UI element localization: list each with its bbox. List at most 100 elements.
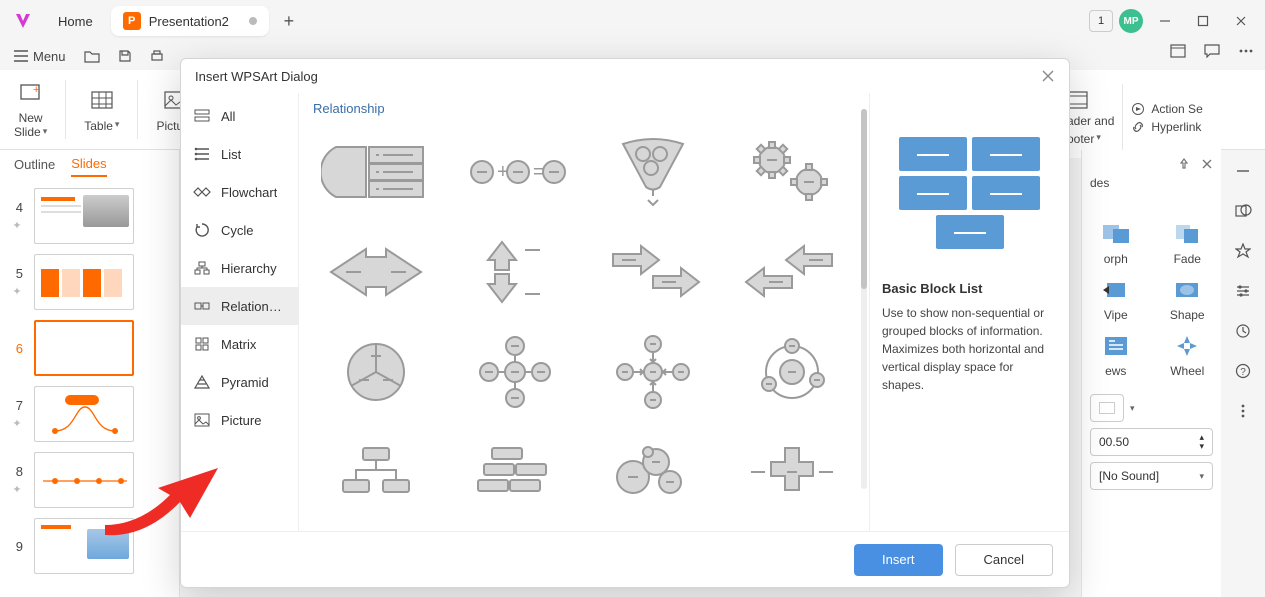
user-avatar[interactable]: MP (1119, 9, 1143, 33)
category-pyramid[interactable]: Pyramid (181, 363, 298, 401)
preview-canvas (882, 123, 1057, 263)
diagram-pie[interactable] (307, 322, 446, 422)
diagram-radial-arrows[interactable] (584, 322, 723, 422)
menu-button[interactable]: Menu (10, 49, 70, 63)
table-button[interactable]: Table▾ (78, 74, 125, 145)
window-layout-icon[interactable] (1167, 40, 1189, 62)
new-slide-button[interactable]: + New Slide▾ (8, 74, 53, 145)
matrix-icon (193, 335, 211, 353)
comment-icon[interactable] (1201, 40, 1223, 62)
relationship-icon (193, 297, 211, 315)
diagram-arrow-pair-left[interactable] (723, 222, 862, 322)
insert-wpsart-dialog: Insert WPSArt Dialog All List Flowchart … (180, 58, 1070, 588)
diagram-bubbles[interactable] (584, 422, 723, 522)
pyramid-icon (193, 373, 211, 391)
transition-shape[interactable]: Shape (1162, 276, 1214, 322)
action-settings-button[interactable]: Action Se (1131, 102, 1202, 116)
help-icon[interactable]: ? (1230, 358, 1256, 384)
header-footer-icon (1067, 90, 1089, 110)
hyperlink-button[interactable]: Hyperlink (1131, 120, 1201, 134)
diagram-opposing-arrows[interactable] (307, 222, 446, 322)
diagram-radial-plus[interactable] (446, 322, 585, 422)
flowchart-icon (193, 183, 211, 201)
right-tool-strip: ? (1221, 150, 1265, 597)
cancel-button[interactable]: Cancel (955, 544, 1053, 576)
category-hierarchy[interactable]: Hierarchy (181, 249, 298, 287)
diagram-plus-grid[interactable] (723, 422, 862, 522)
diagram-org-simple[interactable] (307, 422, 446, 522)
close-window-button[interactable] (1225, 7, 1257, 35)
shapes-icon[interactable] (1230, 198, 1256, 224)
category-flowchart[interactable]: Flowchart (181, 173, 298, 211)
ribbon-quick-actions (1167, 40, 1257, 62)
slide-thumb-5[interactable]: 5✦ (10, 254, 169, 310)
header-footer-label-2: ooter (1067, 132, 1094, 146)
pin-icon[interactable] (1177, 158, 1191, 172)
chevron-down-icon[interactable]: ▾ (1130, 403, 1142, 414)
animation-star-icon: ✦ (12, 285, 21, 298)
color-picker[interactable] (1090, 394, 1124, 422)
category-picture[interactable]: Picture (181, 401, 298, 439)
menu-label: Menu (33, 49, 66, 64)
transitions-panel: des orph Fade Vipe Shape ews Wheel ▾ 00.… (1081, 150, 1221, 597)
diagram-orbit[interactable] (723, 322, 862, 422)
header-footer-label-1: ader and (1067, 114, 1114, 128)
diagram-nested-list[interactable] (307, 122, 446, 222)
new-tab-button[interactable]: + (273, 5, 305, 37)
tab-document[interactable]: P Presentation2 (111, 6, 269, 36)
transition-news[interactable]: ews (1090, 332, 1142, 378)
collapse-panel-icon[interactable] (1230, 158, 1256, 184)
more-vert-icon[interactable] (1230, 398, 1256, 424)
diagram-arrow-pair-right[interactable] (584, 222, 723, 322)
diagram-equation[interactable]: += (446, 122, 585, 222)
table-label: Table (84, 119, 113, 133)
category-cycle[interactable]: Cycle (181, 211, 298, 249)
diagram-preview: Basic Block List Use to show non-sequent… (869, 93, 1069, 531)
minimize-button[interactable] (1149, 7, 1181, 35)
svg-text:+: + (33, 84, 39, 96)
slide-thumbnails: 4✦ 5✦ 6 7✦ 8✦ 9 (0, 182, 179, 597)
gallery-section-header: Relationship (307, 99, 861, 122)
more-icon[interactable] (1235, 40, 1257, 62)
transition-wipe[interactable]: Vipe (1090, 276, 1142, 322)
category-relationship[interactable]: Relations... (181, 287, 298, 325)
preview-description: Use to show non-sequential or grouped bl… (882, 304, 1057, 394)
dialog-close-button[interactable] (1041, 69, 1055, 83)
panel-close-icon[interactable] (1201, 158, 1213, 172)
category-all[interactable]: All (181, 97, 298, 135)
ribbon-right-groups: ader and ooter▾ Action Se Hyperlink (1061, 78, 1221, 158)
print-icon[interactable] (146, 45, 168, 67)
slide-thumb-7[interactable]: 7✦ (10, 386, 169, 442)
tab-slides[interactable]: Slides (71, 156, 106, 177)
slide-thumb-6[interactable]: 6 (10, 320, 169, 376)
slide-thumb-9[interactable]: 9 (10, 518, 169, 574)
dialog-title: Insert WPSArt Dialog (195, 69, 318, 84)
maximize-button[interactable] (1187, 7, 1219, 35)
insert-button[interactable]: Insert (854, 544, 943, 576)
duration-input[interactable]: 00.50▴▾ (1090, 428, 1213, 456)
stepper-icon: ▴▾ (1199, 433, 1204, 451)
save-icon[interactable] (114, 45, 136, 67)
chevron-down-icon: ▾ (1199, 471, 1204, 482)
transition-wheel[interactable]: Wheel (1162, 332, 1214, 378)
window-count-badge[interactable]: 1 (1089, 10, 1113, 32)
gallery-scrollbar[interactable] (861, 109, 867, 489)
diagram-stagger-blocks[interactable] (446, 422, 585, 522)
category-list[interactable]: List (181, 135, 298, 173)
diagram-funnel[interactable] (584, 122, 723, 222)
slide-thumb-4[interactable]: 4✦ (10, 188, 169, 244)
diagram-vertical-arrows[interactable] (446, 222, 585, 322)
tab-home[interactable]: Home (44, 6, 107, 36)
settings-icon[interactable] (1230, 278, 1256, 304)
transition-fade[interactable]: Fade (1162, 220, 1214, 266)
doc-title: Presentation2 (149, 14, 229, 29)
history-icon[interactable] (1230, 318, 1256, 344)
open-icon[interactable] (80, 45, 104, 67)
diagram-gears[interactable] (723, 122, 862, 222)
sound-select[interactable]: [No Sound]▾ (1090, 462, 1213, 490)
slide-thumb-8[interactable]: 8✦ (10, 452, 169, 508)
transition-morph[interactable]: orph (1090, 220, 1142, 266)
favorite-icon[interactable] (1230, 238, 1256, 264)
tab-outline[interactable]: Outline (14, 157, 55, 176)
category-matrix[interactable]: Matrix (181, 325, 298, 363)
